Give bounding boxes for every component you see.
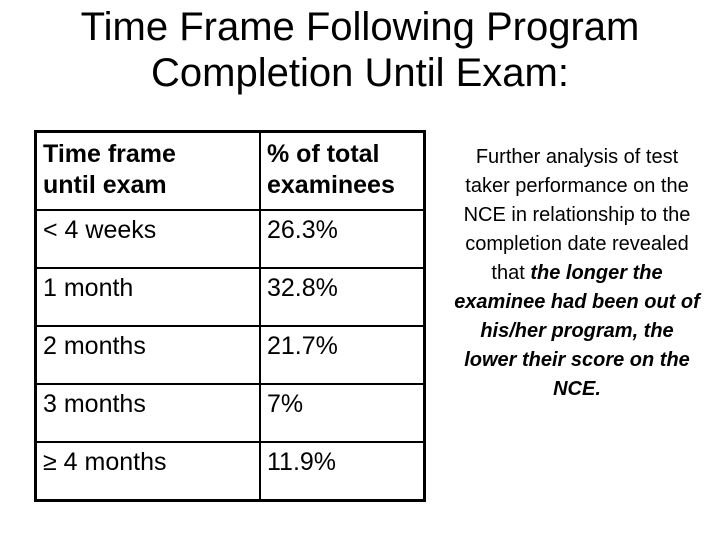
table-row: 2 months 21.7% xyxy=(34,325,426,385)
slide-title: Time Frame Following Program Completion … xyxy=(0,4,720,96)
slide-title-line-1: Time Frame Following Program xyxy=(80,5,640,49)
cell-percent: 26.3% xyxy=(259,209,426,269)
cell-time-frame: < 4 weeks xyxy=(34,209,261,269)
slide-title-line-2: Completion Until Exam: xyxy=(151,51,569,95)
cell-percent: 21.7% xyxy=(259,325,426,385)
cell-time-frame: 3 months xyxy=(34,383,261,443)
cell-percent: 7% xyxy=(259,383,426,443)
table-row: 3 months 7% xyxy=(34,383,426,443)
cell-time-frame: ≥ 4 months xyxy=(34,441,261,502)
analysis-note: Further analysis of test taker performan… xyxy=(452,143,702,404)
cell-time-frame: 1 month xyxy=(34,267,261,327)
table-row: ≥ 4 months 11.9% xyxy=(34,441,426,502)
header-time-frame-line-1: Time frame xyxy=(43,140,176,168)
header-percent-line-1: % of total xyxy=(267,140,380,168)
time-frame-table: Time frame until exam % of total examine… xyxy=(34,130,426,502)
cell-percent: 11.9% xyxy=(259,441,426,502)
table-header-row: Time frame until exam % of total examine… xyxy=(34,130,426,211)
header-time-frame: Time frame until exam xyxy=(34,130,261,211)
header-time-frame-line-2: until exam xyxy=(43,171,167,199)
header-percent: % of total examinees xyxy=(259,130,426,211)
cell-time-frame: 2 months xyxy=(34,325,261,385)
table-row: < 4 weeks 26.3% xyxy=(34,209,426,269)
cell-percent: 32.8% xyxy=(259,267,426,327)
header-percent-line-2: examinees xyxy=(267,171,395,199)
table-row: 1 month 32.8% xyxy=(34,267,426,327)
